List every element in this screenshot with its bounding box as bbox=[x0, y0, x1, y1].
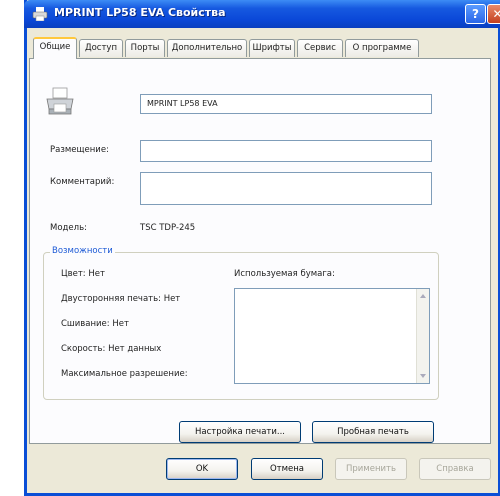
general-tab-panel: MPRINT LP58 EVA Размещение: Комментарий:… bbox=[29, 58, 491, 444]
features-groupbox: Возможности Цвет: Нет Двусторонняя печат… bbox=[43, 246, 439, 400]
tab-general[interactable]: Общие bbox=[33, 37, 77, 59]
paper-label: Используемая бумага: bbox=[234, 269, 335, 279]
comment-label: Комментарий: bbox=[50, 177, 115, 187]
ok-button[interactable]: OK bbox=[166, 458, 238, 480]
tab-service[interactable]: Сервис bbox=[297, 39, 343, 57]
model-value: TSC TDP-245 bbox=[140, 223, 196, 233]
tab-advanced[interactable]: Дополнительно bbox=[167, 39, 247, 57]
cancel-button[interactable]: Отмена bbox=[251, 458, 323, 480]
feature-max-resolution: Максимальное разрешение: bbox=[61, 369, 188, 379]
feature-speed: Скорость: Нет данных bbox=[61, 344, 162, 354]
tab-fonts[interactable]: Шрифты bbox=[249, 39, 295, 57]
help-title-button[interactable]: ? bbox=[465, 4, 486, 24]
printer-name-input[interactable]: MPRINT LP58 EVA bbox=[140, 94, 432, 114]
features-title: Возможности bbox=[50, 246, 115, 256]
paper-listbox-scrollbar[interactable] bbox=[416, 289, 429, 383]
help-button[interactable]: Справка bbox=[419, 458, 491, 480]
printer-icon bbox=[32, 7, 48, 21]
print-preferences-button[interactable]: Настройка печати... bbox=[179, 421, 301, 443]
scroll-down-icon[interactable] bbox=[420, 374, 426, 378]
tab-about[interactable]: О программе bbox=[345, 39, 419, 57]
properties-dialog: MPRINT LP58 EVA Свойства ? ✕ Общие Досту… bbox=[24, 0, 500, 496]
title-bar[interactable]: MPRINT LP58 EVA Свойства ? ✕ bbox=[24, 0, 500, 28]
test-page-button[interactable]: Пробная печать bbox=[312, 421, 434, 443]
scroll-up-icon[interactable] bbox=[420, 294, 426, 298]
feature-duplex: Двусторонняя печать: Нет bbox=[61, 294, 181, 304]
feature-staple: Сшивание: Нет bbox=[61, 319, 129, 329]
tab-sharing[interactable]: Доступ bbox=[79, 39, 123, 57]
printer-icon bbox=[46, 87, 74, 115]
tab-ports[interactable]: Порты bbox=[125, 39, 165, 57]
location-input[interactable] bbox=[140, 140, 432, 162]
location-label: Размещение: bbox=[50, 145, 109, 155]
close-button[interactable]: ✕ bbox=[487, 4, 500, 24]
model-label: Модель: bbox=[50, 223, 87, 233]
comment-textarea[interactable] bbox=[140, 172, 432, 205]
apply-button[interactable]: Применить bbox=[335, 458, 407, 480]
feature-color: Цвет: Нет bbox=[61, 269, 105, 279]
paper-listbox[interactable] bbox=[234, 288, 430, 384]
window-title: MPRINT LP58 EVA Свойства bbox=[54, 6, 226, 19]
